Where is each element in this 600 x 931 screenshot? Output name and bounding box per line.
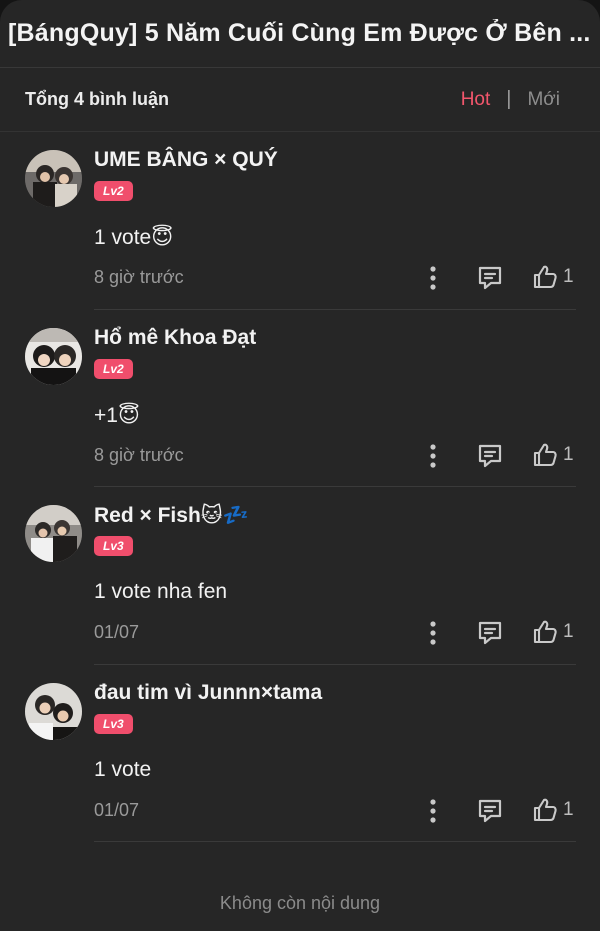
comment-username[interactable]: đau tim vì Junnn×tama	[94, 681, 322, 705]
thumbs-up-icon	[533, 798, 557, 821]
sort-tabs: Hot | Mới	[461, 88, 560, 111]
level-badge: Lv3	[94, 713, 133, 734]
avatar-image	[25, 505, 82, 562]
more-options-button[interactable]	[422, 797, 444, 825]
like-button[interactable]: 1	[531, 262, 574, 292]
sort-separator: |	[506, 88, 512, 110]
comment-item: đau tim vì Junnn×tama Lv3 1 vote 01/07 1	[0, 665, 600, 842]
comments-summary-bar: Tổng 4 bình luận Hot | Mới	[0, 68, 600, 132]
avatar-image	[25, 682, 82, 740]
more-vertical-icon	[430, 798, 436, 823]
comment-username[interactable]: UME BÂNG × QUÝ	[94, 148, 278, 172]
video-title: [BángQuy] 5 Năm Cuối Cùng Em Được Ở Bên …	[8, 19, 591, 47]
comment-timestamp: 01/07	[94, 799, 140, 820]
comment-item: Hổ mê Khoa Đạt Lv2 +1😇 8 giờ trước 1	[0, 310, 600, 487]
comment-bubble-icon	[478, 799, 502, 822]
reply-button[interactable]	[475, 441, 505, 471]
end-of-list-label: Không còn nội dung	[219, 893, 381, 913]
comment-item: UME BÂNG × QUÝ Lv2 1 vote😇 8 giờ trước 1	[0, 132, 600, 310]
reply-button[interactable]	[475, 796, 505, 826]
comment-text: +1😇	[94, 403, 140, 427]
comment-bubble-icon	[478, 266, 502, 290]
avatar[interactable]	[25, 150, 82, 207]
avatar[interactable]	[25, 505, 82, 562]
sort-hot-tab[interactable]: Hot	[461, 89, 491, 111]
reply-button[interactable]	[475, 263, 505, 293]
like-count: 1	[563, 798, 574, 820]
avatar[interactable]	[25, 682, 82, 740]
like-button[interactable]: 1	[531, 795, 574, 825]
like-button[interactable]: 1	[531, 617, 574, 647]
comment-text: 1 vote nha fen	[94, 580, 228, 603]
more-options-button[interactable]	[422, 442, 444, 470]
more-vertical-icon	[430, 443, 436, 468]
comments-sheet: [BángQuy] 5 Năm Cuối Cùng Em Được Ở Bên …	[0, 0, 600, 931]
like-button[interactable]: 1	[531, 440, 574, 470]
more-options-button[interactable]	[422, 619, 444, 647]
comment-timestamp: 01/07	[94, 622, 140, 642]
reply-button[interactable]	[475, 618, 505, 648]
more-vertical-icon	[430, 266, 436, 290]
comment-bubble-icon	[478, 444, 502, 467]
avatar-image	[25, 150, 82, 207]
comment-username[interactable]: Red × Fish🐱💤	[94, 503, 249, 528]
like-count: 1	[563, 621, 574, 642]
comment-timestamp: 8 giờ trước	[94, 444, 184, 465]
sort-new-tab[interactable]: Mới	[527, 89, 560, 111]
title-bar: [BángQuy] 5 Năm Cuối Cùng Em Được Ở Bên …	[0, 0, 600, 68]
comment-bubble-icon	[478, 621, 502, 645]
comment-username[interactable]: Hổ mê Khoa Đạt	[94, 326, 256, 350]
like-count: 1	[563, 266, 574, 287]
comment-text: 1 vote	[94, 757, 152, 781]
thumbs-up-icon	[533, 265, 557, 289]
comment-item: Red × Fish🐱💤 Lv3 1 vote nha fen 01/07 1	[0, 487, 600, 665]
thumbs-up-icon	[533, 620, 557, 644]
level-badge: Lv2	[94, 358, 133, 379]
more-vertical-icon	[430, 621, 436, 645]
comment-text: 1 vote😇	[94, 226, 174, 249]
more-options-button[interactable]	[422, 264, 444, 292]
comment-timestamp: 8 giờ trước	[94, 267, 184, 287]
avatar-image	[25, 327, 82, 385]
like-count: 1	[563, 443, 574, 465]
comment-total: Tổng 4 bình luận	[25, 89, 169, 109]
level-badge: Lv3	[94, 536, 133, 556]
comment-divider	[94, 841, 576, 842]
level-badge: Lv2	[94, 181, 133, 201]
avatar[interactable]	[25, 327, 82, 385]
thumbs-up-icon	[533, 443, 557, 466]
